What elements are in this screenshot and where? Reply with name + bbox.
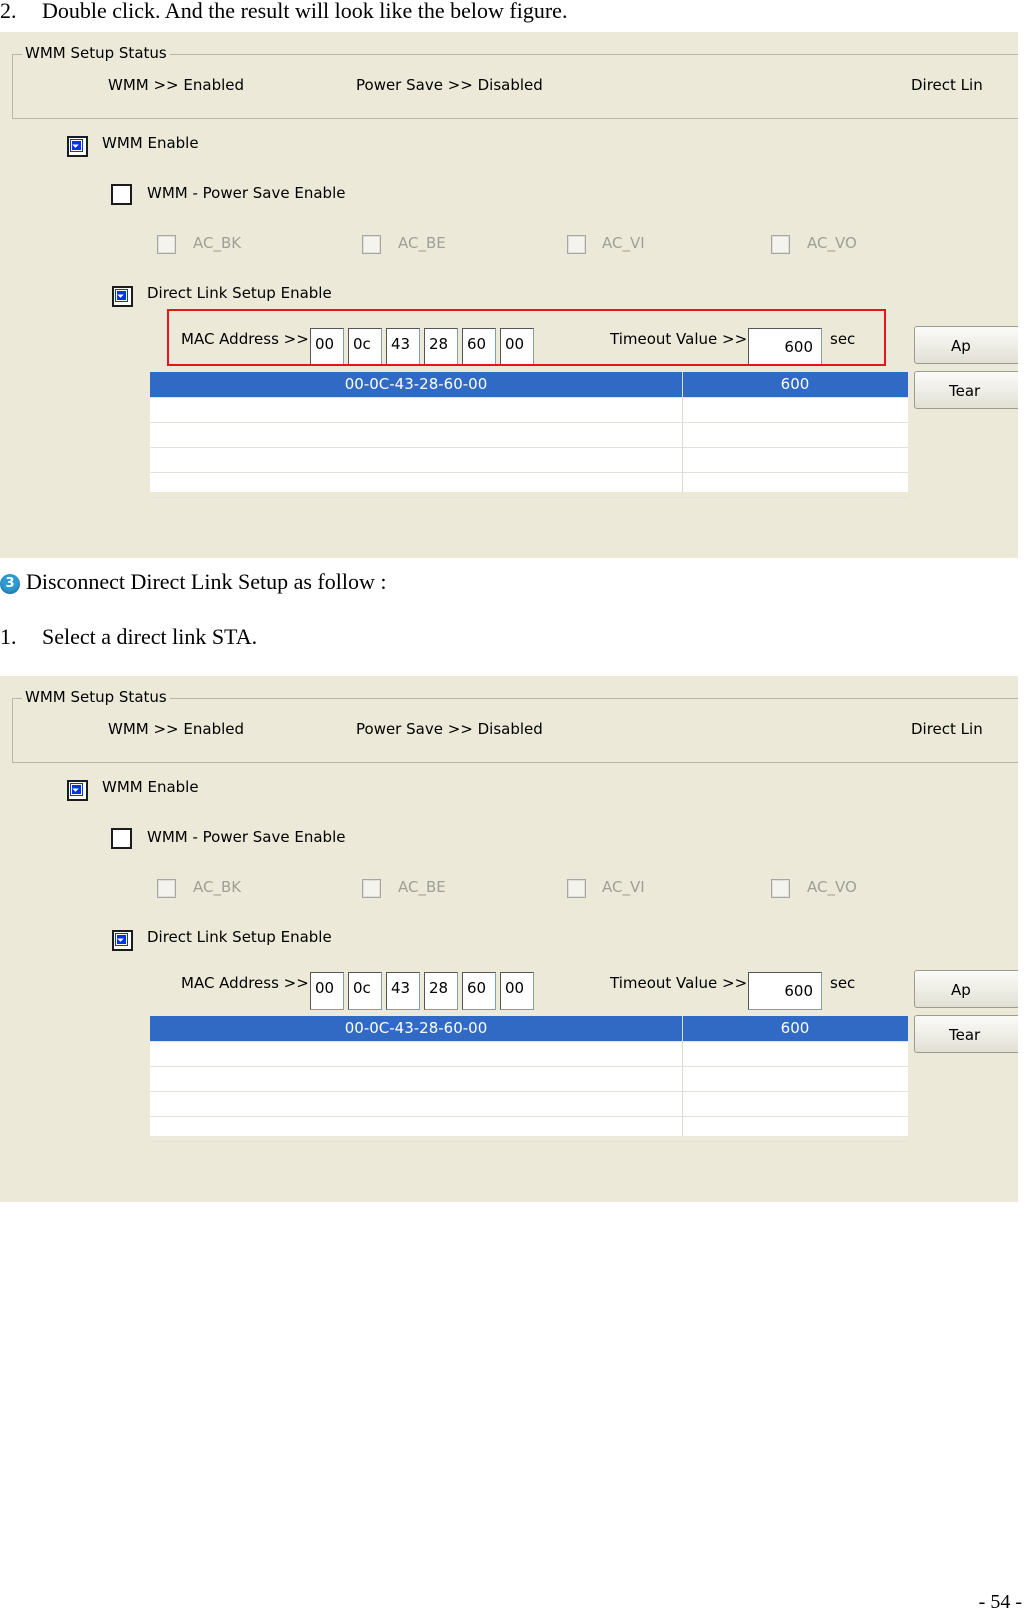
highlight-box <box>167 309 886 366</box>
table-row[interactable] <box>150 1066 908 1092</box>
ac-be-label: AC_BE <box>398 878 446 896</box>
ac-be-checkbox[interactable] <box>362 879 381 898</box>
table-row[interactable]: 00-0C-43-28-60-00 600 <box>150 372 908 398</box>
group-title: WMM Setup Status <box>22 688 170 706</box>
ac-vo-label: AC_VO <box>807 878 857 896</box>
step-text: Select a direct link STA. <box>42 624 258 649</box>
ac-vi-label: AC_VI <box>602 234 645 252</box>
ac-bk-label: AC_BK <box>193 234 242 252</box>
wmm-enable-checkbox[interactable] <box>67 136 88 157</box>
wmm-enable-label: WMM Enable <box>102 778 199 796</box>
sec-label: sec <box>830 974 856 992</box>
group-title: WMM Setup Status <box>22 44 170 62</box>
direct-link-status: Direct Lin <box>911 720 983 738</box>
dls-enable-label: Direct Link Setup Enable <box>147 928 332 946</box>
ac-vo-checkbox[interactable] <box>771 879 790 898</box>
dls-enable-checkbox[interactable] <box>112 286 133 307</box>
table-row[interactable] <box>150 1041 908 1067</box>
wmm-setup-panel-2: WMM Setup Status WMM >> Enabled Power Sa… <box>0 676 1018 1202</box>
row-mac: 00-0C-43-28-60-00 <box>344 1019 488 1037</box>
mac-label: MAC Address >> <box>181 974 309 992</box>
ac-be-checkbox[interactable] <box>362 235 381 254</box>
table-row[interactable]: 00-0C-43-28-60-00 600 <box>150 1016 908 1042</box>
apply-button[interactable]: Ap <box>914 970 1018 1008</box>
step-3-icon: 3 <box>0 574 20 594</box>
ac-bk-checkbox[interactable] <box>157 235 176 254</box>
table-row[interactable] <box>150 472 908 498</box>
row-mac: 00-0C-43-28-60-00 <box>344 375 488 393</box>
section-title: 3 Disconnect Direct Link Setup as follow … <box>0 569 386 595</box>
step-number: 2. <box>0 0 17 23</box>
ac-bk-checkbox[interactable] <box>157 879 176 898</box>
table-row[interactable] <box>150 422 908 448</box>
mac-octet-5[interactable]: 60 <box>462 972 496 1010</box>
direct-link-status: Direct Lin <box>911 76 983 94</box>
table-row[interactable] <box>150 1091 908 1117</box>
power-save-status: Power Save >> Disabled <box>356 76 543 94</box>
mac-octet-3[interactable]: 43 <box>386 972 420 1010</box>
column-separator <box>682 372 683 492</box>
apply-button[interactable]: Ap <box>914 326 1018 364</box>
teardown-button[interactable]: Tear <box>914 1015 1018 1053</box>
timeout-input[interactable]: 600 <box>748 972 822 1010</box>
mac-octet-6[interactable]: 00 <box>500 972 534 1010</box>
mac-octet-4[interactable]: 28 <box>424 972 458 1010</box>
section-title-text: Disconnect Direct Link Setup as follow : <box>26 569 387 594</box>
wmm-status: WMM >> Enabled <box>108 720 245 738</box>
row-timeout: 600 <box>780 375 810 393</box>
step-number: 1. <box>0 624 17 649</box>
page-number: - 54 - <box>978 1591 1022 1613</box>
ac-vo-label: AC_VO <box>807 234 857 252</box>
power-save-checkbox[interactable] <box>111 828 132 849</box>
ac-vi-checkbox[interactable] <box>567 879 586 898</box>
column-separator <box>682 1016 683 1136</box>
power-save-label: WMM - Power Save Enable <box>147 184 346 202</box>
ac-be-label: AC_BE <box>398 234 446 252</box>
mac-octet-1[interactable]: 00 <box>310 972 344 1010</box>
dls-enable-label: Direct Link Setup Enable <box>147 284 332 302</box>
wmm-enable-checkbox[interactable] <box>67 780 88 801</box>
power-save-status: Power Save >> Disabled <box>356 720 543 738</box>
table-row[interactable] <box>150 397 908 423</box>
direct-link-table: 00-0C-43-28-60-00 600 <box>150 372 908 498</box>
teardown-button[interactable]: Tear <box>914 371 1018 409</box>
power-save-checkbox[interactable] <box>111 184 132 205</box>
row-timeout: 600 <box>780 1019 810 1037</box>
dls-enable-checkbox[interactable] <box>112 930 133 951</box>
wmm-enable-label: WMM Enable <box>102 134 199 152</box>
wmm-setup-panel-1: WMM Setup Status WMM >> Enabled Power Sa… <box>0 32 1018 558</box>
ac-bk-label: AC_BK <box>193 878 242 896</box>
wmm-status: WMM >> Enabled <box>108 76 245 94</box>
direct-link-table: 00-0C-43-28-60-00 600 <box>150 1016 908 1142</box>
step-double-click: 2. Double click. And the result will look… <box>0 0 567 24</box>
mac-octet-2[interactable]: 0c <box>348 972 382 1010</box>
step-text: Double click. And the result will look l… <box>42 0 568 23</box>
step-select: 1. Select a direct link STA. <box>0 624 257 650</box>
ac-vo-checkbox[interactable] <box>771 235 790 254</box>
table-row[interactable] <box>150 447 908 473</box>
power-save-label: WMM - Power Save Enable <box>147 828 346 846</box>
ac-vi-checkbox[interactable] <box>567 235 586 254</box>
table-row[interactable] <box>150 1116 908 1142</box>
timeout-label: Timeout Value >> <box>610 974 748 992</box>
ac-vi-label: AC_VI <box>602 878 645 896</box>
